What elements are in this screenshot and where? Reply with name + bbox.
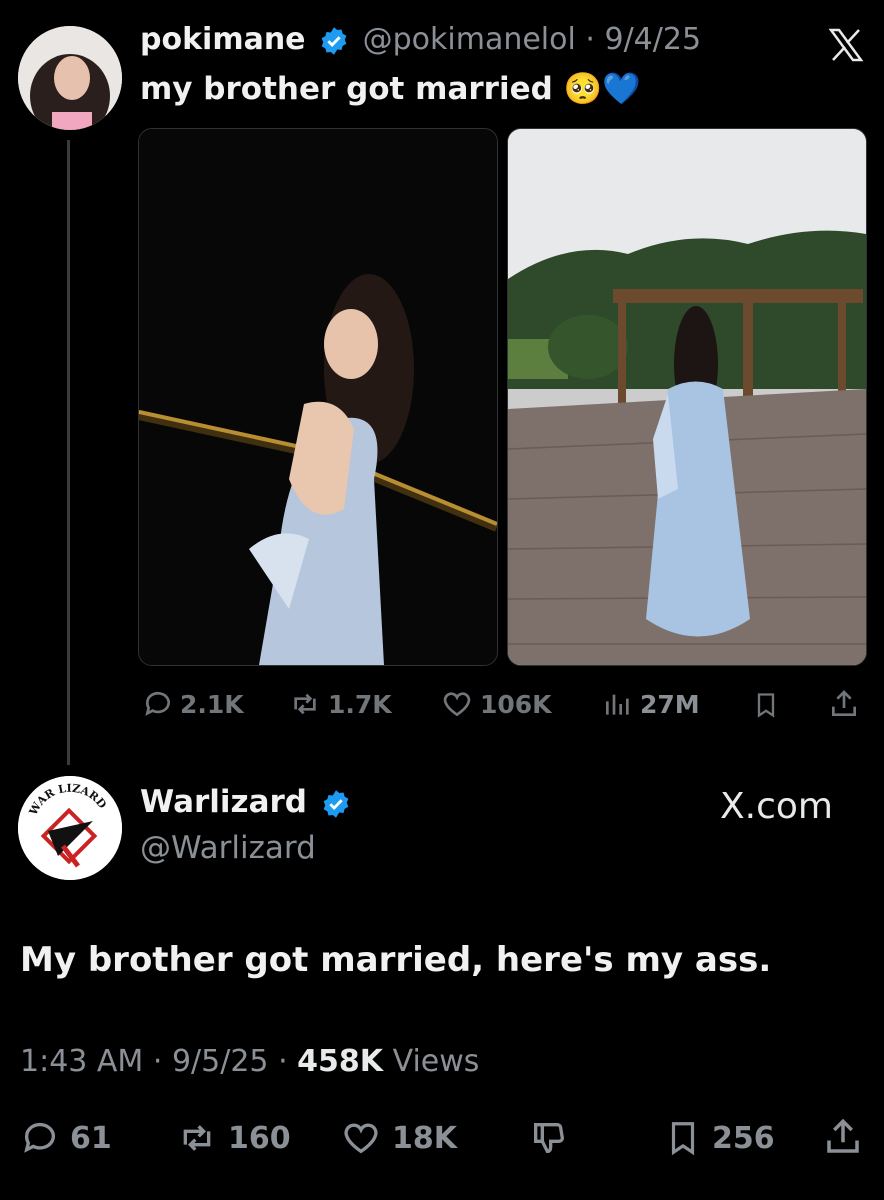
warlizard-avatar[interactable]: WAR LIZARD [18,776,122,880]
reply-meta: 1:43 AM · 9/5/25 · 458K Views [20,1044,479,1079]
reply-display-name[interactable]: Warlizard [140,784,307,820]
like-icon [344,1123,378,1154]
repost-icon [294,693,316,715]
reply-tweet-text: My brother got married, here's my ass. [20,940,772,980]
bookmark-icon[interactable] [752,690,780,720]
views-icon [606,694,629,715]
reply-views-label: Views [392,1044,480,1079]
reply-views-count: 458K [297,1044,384,1079]
verified-icon [319,26,349,56]
dot-separator: · [278,1044,288,1079]
reply-time[interactable]: 1:43 AM [20,1044,143,1079]
reply-like-count: 18K [392,1120,457,1156]
quoted-views-action[interactable]: 27M [602,688,700,720]
x-logo-icon[interactable] [828,28,864,62]
reply-icon [24,1122,55,1153]
quoted-repost-count: 1.7K [328,689,392,719]
quoted-repost-action[interactable]: 1.7K [288,688,392,720]
quoted-like-count: 106K [480,689,552,719]
reply-repost-action[interactable]: 160 [176,1118,291,1158]
photo-night[interactable] [138,128,498,666]
reply-icon [145,691,170,716]
share-icon[interactable] [822,1116,864,1158]
reply-reply-count: 61 [70,1120,112,1156]
reply-date[interactable]: 9/5/25 [172,1044,269,1079]
quoted-tweet-header: pokimane @pokimanelol · 9/4/25 [140,22,701,57]
quoted-display-name[interactable]: pokimane [140,22,306,57]
site-label: X.com [720,786,833,827]
quoted-tweet-text: my brother got married 🥺💙 [140,71,641,107]
like-icon [443,692,471,717]
dot-separator: · [585,22,595,57]
quoted-reply-action[interactable]: 2.1K [142,688,244,720]
reply-header: Warlizard [140,784,351,820]
reply-bookmark-action[interactable]: 256 [664,1118,775,1158]
quoted-views-count: 27M [640,689,700,719]
repost-icon [183,1125,211,1151]
share-icon[interactable] [828,688,860,720]
bookmark-icon [671,1122,695,1156]
quoted-reply-count: 2.1K [180,689,244,719]
reply-bookmark-count: 256 [712,1120,775,1156]
dislike-icon[interactable] [528,1118,570,1158]
reply-reply-action[interactable]: 61 [20,1118,112,1158]
reply-repost-count: 160 [228,1120,291,1156]
pokimane-avatar[interactable] [18,26,122,130]
verified-icon [321,789,351,819]
quoted-like-action[interactable]: 106K [440,688,552,720]
photo-patio[interactable] [507,128,867,666]
dot-separator: · [152,1044,163,1079]
reply-like-action[interactable]: 18K [340,1118,457,1158]
reply-handle[interactable]: @Warlizard [140,830,316,866]
thread-connector-line [67,140,70,765]
quoted-date[interactable]: 9/4/25 [604,22,701,57]
quoted-handle[interactable]: @pokimanelol [363,22,576,57]
